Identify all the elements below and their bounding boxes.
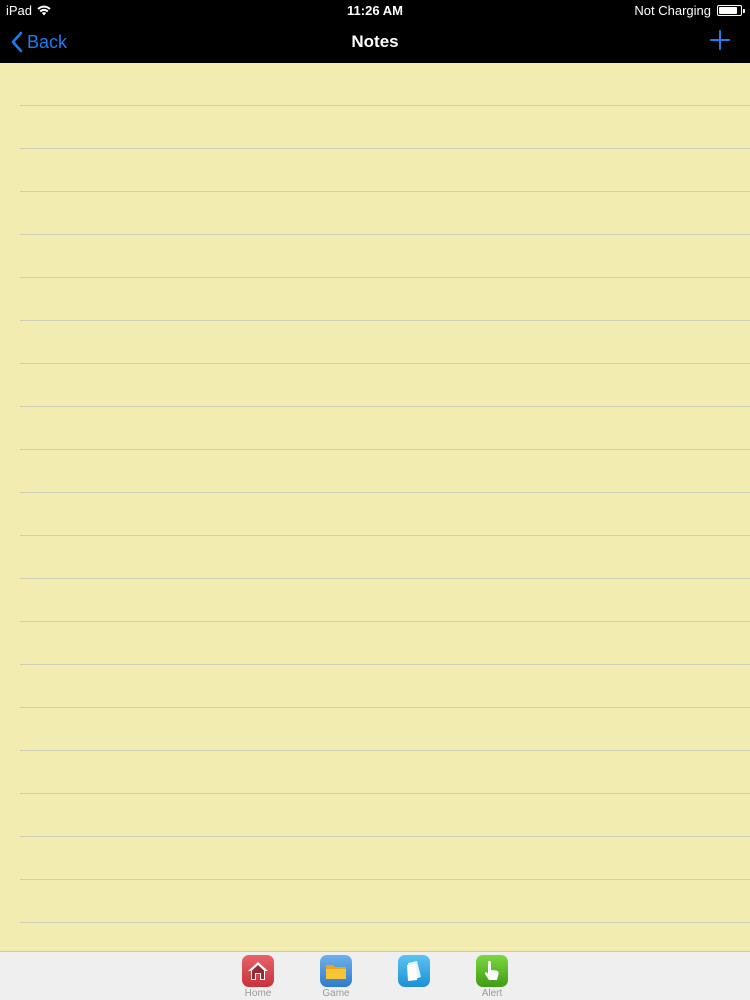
rule-line bbox=[20, 578, 750, 579]
nav-bar: Back Notes bbox=[0, 22, 750, 63]
note-editor[interactable] bbox=[0, 63, 750, 951]
rule-line bbox=[20, 707, 750, 708]
rule-line bbox=[20, 922, 750, 923]
tab-label: Game bbox=[322, 988, 350, 999]
rule-line bbox=[20, 621, 750, 622]
add-note-button[interactable] bbox=[708, 28, 732, 52]
tab-alert[interactable]: Alert bbox=[462, 955, 522, 1000]
status-right: Not Charging bbox=[634, 3, 745, 18]
rule-line bbox=[20, 793, 750, 794]
battery-level bbox=[719, 7, 737, 14]
tab-bar: Home Game Alert bbox=[0, 951, 750, 1000]
notes-icon bbox=[398, 955, 430, 987]
rule-line bbox=[20, 320, 750, 321]
tab-game[interactable]: Game bbox=[306, 955, 366, 1000]
tab-home[interactable]: Home bbox=[228, 955, 288, 1000]
tab-notes[interactable] bbox=[384, 955, 444, 1000]
battery-icon bbox=[717, 5, 745, 16]
rule-line bbox=[20, 105, 750, 106]
tab-label: Alert bbox=[481, 988, 503, 999]
tab-label: Home bbox=[244, 988, 272, 999]
rule-line bbox=[20, 750, 750, 751]
rule-line bbox=[20, 664, 750, 665]
rule-line bbox=[20, 535, 750, 536]
rule-line bbox=[20, 492, 750, 493]
rule-line bbox=[20, 191, 750, 192]
rule-line bbox=[20, 234, 750, 235]
home-icon bbox=[242, 955, 274, 987]
notes-screen: iPad 11:26 AM Not Charging Back Notes Ho… bbox=[0, 0, 750, 1000]
rule-line bbox=[20, 449, 750, 450]
rule-line bbox=[20, 277, 750, 278]
rule-line bbox=[20, 363, 750, 364]
battery-status-text: Not Charging bbox=[634, 3, 711, 18]
rule-line bbox=[20, 879, 750, 880]
rule-line bbox=[20, 836, 750, 837]
folder-icon bbox=[320, 955, 352, 987]
rule-line bbox=[20, 148, 750, 149]
page-title: Notes bbox=[351, 32, 399, 51]
rule-line bbox=[20, 406, 750, 407]
plus-icon bbox=[710, 30, 730, 50]
status-bar: iPad 11:26 AM Not Charging bbox=[0, 0, 750, 22]
hand-pointer-icon bbox=[476, 955, 508, 987]
